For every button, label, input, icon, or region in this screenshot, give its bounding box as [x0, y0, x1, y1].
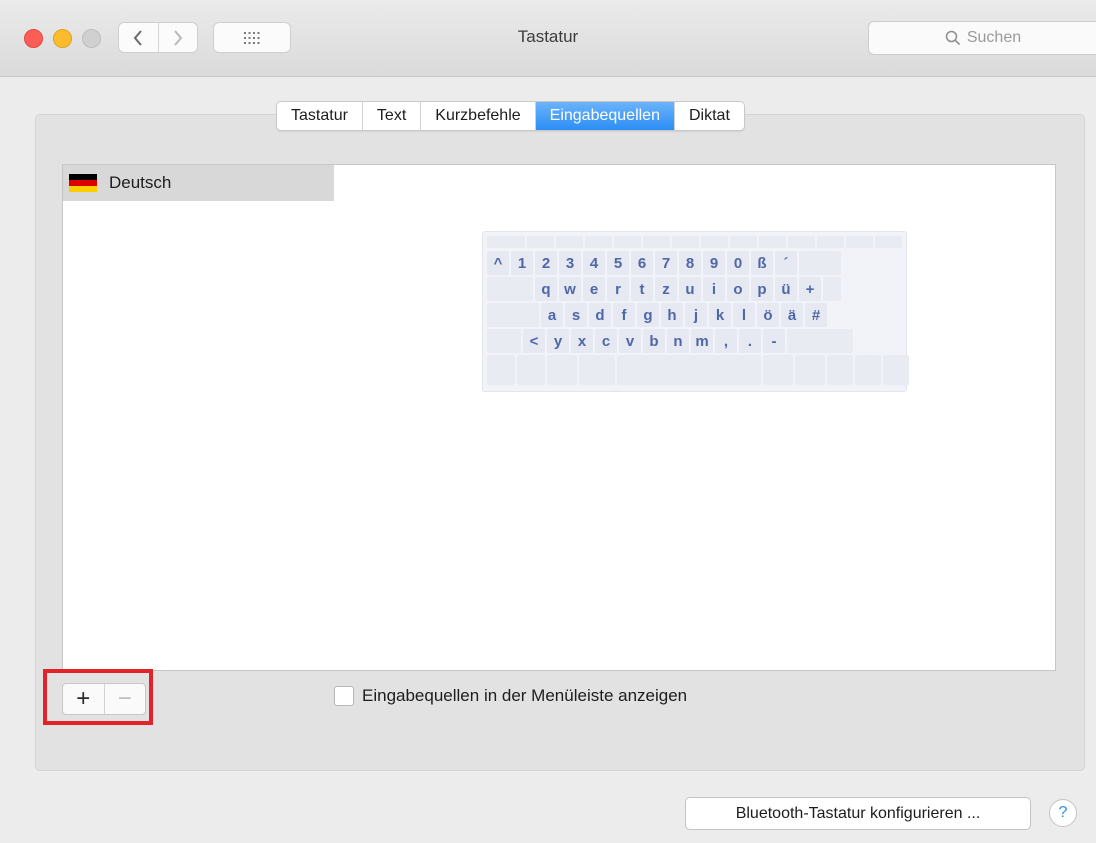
key: .: [739, 329, 761, 353]
tab-eingabequellen[interactable]: Eingabequellen: [535, 102, 675, 130]
key: ü: [775, 277, 797, 301]
keyboard-row-1: ^ 1 2 3 4 5 6 7 8 9 0 ß ´: [487, 251, 843, 275]
key: s: [565, 303, 587, 327]
tab-tastatur[interactable]: Tastatur: [277, 102, 363, 130]
key: v: [619, 329, 641, 353]
key: ´: [775, 251, 797, 275]
key: 6: [631, 251, 653, 275]
key: +: [799, 277, 821, 301]
input-source-list: Deutsch: [62, 164, 336, 671]
keyboard-layout-preview: ^ 1 2 3 4 5 6 7 8 9 0 ß ´ q w e r t z u …: [482, 231, 909, 392]
show-in-menubar-label: Eingabequellen in der Menüleiste anzeige…: [362, 686, 688, 705]
help-button[interactable]: ?: [1049, 799, 1077, 827]
key: k: [709, 303, 731, 327]
key: l: [733, 303, 755, 327]
key: e: [583, 277, 605, 301]
keyboard-row-2: q w e r t z u i o p ü +: [487, 277, 843, 301]
key: n: [667, 329, 689, 353]
search-field[interactable]: Suchen: [868, 21, 1096, 55]
key: b: [643, 329, 665, 353]
key: x: [571, 329, 593, 353]
key: [787, 329, 853, 353]
list-item-deutsch[interactable]: Deutsch: [63, 165, 335, 201]
key: f: [613, 303, 635, 327]
keyboard-row-3: a s d f g h j k l ö ä #: [487, 303, 829, 327]
tab-diktat[interactable]: Diktat: [675, 102, 744, 130]
key: p: [751, 277, 773, 301]
key: [799, 251, 841, 275]
highlight-box: [43, 669, 153, 725]
key: 0: [727, 251, 749, 275]
key: [487, 277, 533, 301]
key: 7: [655, 251, 677, 275]
key: c: [595, 329, 617, 353]
key: ^: [487, 251, 509, 275]
list-item-label: Deutsch: [109, 173, 172, 192]
key: ä: [781, 303, 803, 327]
key: [487, 303, 539, 327]
key: 8: [679, 251, 701, 275]
search-icon: [945, 30, 960, 46]
show-in-menubar-checkbox[interactable]: [334, 686, 354, 706]
show-in-menubar-option[interactable]: Eingabequellen in der Menüleiste anzeige…: [334, 686, 687, 706]
key: ß: [751, 251, 773, 275]
key: 1: [511, 251, 533, 275]
key: d: [589, 303, 611, 327]
key: 4: [583, 251, 605, 275]
key: r: [607, 277, 629, 301]
key: -: [763, 329, 785, 353]
key: 3: [559, 251, 581, 275]
key: t: [631, 277, 653, 301]
key: 9: [703, 251, 725, 275]
key: ,: [715, 329, 737, 353]
key: [823, 277, 841, 301]
title-bar: Tastatur Suchen: [0, 0, 1096, 77]
key: a: [541, 303, 563, 327]
key: h: [661, 303, 683, 327]
tab-bar: Tastatur Text Kurzbefehle Eingabequellen…: [276, 101, 745, 131]
keyboard-preview-pane: ^ 1 2 3 4 5 6 7 8 9 0 ß ´ q w e r t z u …: [334, 164, 1056, 671]
search-placeholder: Suchen: [966, 29, 1022, 46]
key: w: [559, 277, 581, 301]
keyboard-row-4: < y x c v b n m , . -: [487, 329, 855, 353]
key: [487, 329, 521, 353]
key: j: [685, 303, 707, 327]
bluetooth-keyboard-setup-button[interactable]: Bluetooth-Tastatur konfigurieren ...: [685, 797, 1031, 830]
key: ö: [757, 303, 779, 327]
key: g: [637, 303, 659, 327]
tab-kurzbefehle[interactable]: Kurzbefehle: [421, 102, 536, 130]
key: z: [655, 277, 677, 301]
key: u: [679, 277, 701, 301]
tab-text[interactable]: Text: [363, 102, 422, 130]
german-flag-icon: [69, 174, 97, 192]
key: #: [805, 303, 827, 327]
keyboard-bottom-row: [487, 355, 911, 385]
key: o: [727, 277, 749, 301]
key: i: [703, 277, 725, 301]
key: 5: [607, 251, 629, 275]
key: q: [535, 277, 557, 301]
keyboard-function-row: [487, 236, 904, 248]
key: 2: [535, 251, 557, 275]
key: m: [691, 329, 713, 353]
key: <: [523, 329, 545, 353]
key: y: [547, 329, 569, 353]
